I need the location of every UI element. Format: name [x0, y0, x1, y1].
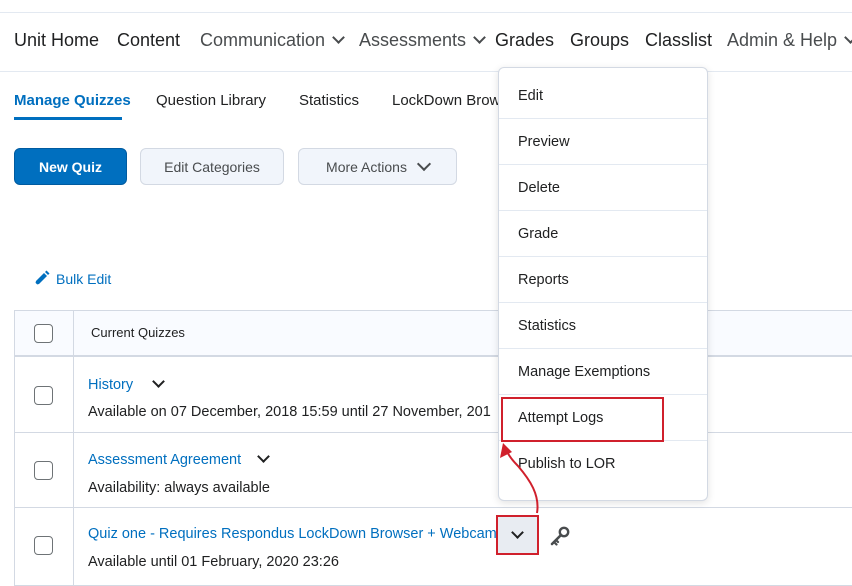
row-check-cell — [14, 508, 74, 585]
row-checkbox[interactable] — [34, 536, 53, 555]
column-header-current-quizzes: Current Quizzes — [91, 325, 185, 340]
nav-grades[interactable]: Grades — [495, 30, 554, 51]
nav-unit-home[interactable]: Unit Home — [14, 30, 99, 51]
quiz-actions-dropdown[interactable] — [257, 450, 270, 470]
bulk-edit-label: Bulk Edit — [56, 270, 112, 287]
table-header-row: Current Quizzes — [14, 310, 852, 356]
chevron-down-icon — [473, 31, 486, 44]
quiz-actions-dropdown[interactable] — [152, 375, 165, 395]
edit-categories-button[interactable]: Edit Categories — [140, 148, 284, 185]
chevron-down-icon — [416, 156, 432, 171]
menu-item-grade[interactable]: Grade — [499, 211, 707, 257]
course-navbar: Unit Home Content Communication Assessme… — [0, 12, 852, 72]
nav-admin-help-label: Admin & Help — [727, 30, 838, 50]
nav-content[interactable]: Content — [117, 30, 180, 51]
menu-item-publish-to-lor[interactable]: Publish to LOR — [499, 441, 707, 487]
chevron-down-icon — [332, 31, 345, 44]
menu-item-edit[interactable]: Edit — [499, 73, 707, 119]
chevron-down-icon — [844, 31, 852, 44]
tab-manage-quizzes[interactable]: Manage Quizzes — [14, 92, 131, 109]
table-row: History Available on 07 December, 2018 1… — [14, 356, 852, 432]
row-check-cell — [14, 357, 74, 432]
quiz-availability: Available on 07 December, 2018 15:59 unt… — [88, 404, 491, 420]
menu-item-preview[interactable]: Preview — [499, 119, 707, 165]
row-check-cell — [14, 433, 74, 507]
new-quiz-button[interactable]: New Quiz — [14, 148, 127, 185]
row-checkbox[interactable] — [34, 461, 53, 480]
menu-item-reports[interactable]: Reports — [499, 257, 707, 303]
nav-admin-help[interactable]: Admin & Help — [727, 30, 852, 51]
quiz-title-link[interactable]: Quiz one - Requires Respondus LockDown B… — [88, 526, 497, 542]
key-icon[interactable] — [550, 526, 570, 546]
nav-communication[interactable]: Communication — [200, 30, 345, 51]
active-tab-indicator — [14, 117, 122, 120]
quiz-availability: Available until 01 February, 2020 23:26 — [88, 554, 339, 570]
more-actions-label: More Actions — [326, 158, 407, 175]
header-check-cell — [14, 311, 74, 355]
menu-item-manage-exemptions[interactable]: Manage Exemptions — [499, 349, 707, 395]
chevron-down-icon — [257, 450, 270, 463]
tab-statistics[interactable]: Statistics — [299, 92, 359, 109]
tab-question-library[interactable]: Question Library — [156, 92, 266, 109]
nav-communication-label: Communication — [200, 30, 326, 50]
tab-lockdown-browser[interactable]: LockDown Brow — [392, 92, 500, 109]
nav-assessments[interactable]: Assessments — [359, 30, 486, 51]
nav-assessments-label: Assessments — [359, 30, 467, 50]
chevron-down-icon — [152, 375, 165, 388]
more-actions-button[interactable]: More Actions — [298, 148, 457, 185]
chevron-down-icon — [511, 525, 524, 539]
pencil-icon — [34, 270, 50, 286]
nav-classlist[interactable]: Classlist — [645, 30, 712, 51]
nav-groups[interactable]: Groups — [570, 30, 629, 51]
menu-item-delete[interactable]: Delete — [499, 165, 707, 211]
select-all-checkbox[interactable] — [34, 324, 53, 343]
quiz-actions-dropdown-open[interactable] — [496, 515, 539, 555]
table-row: Quiz one - Requires Respondus LockDown B… — [14, 507, 852, 586]
row-checkbox[interactable] — [34, 386, 53, 405]
attempt-logs-highlight — [501, 397, 664, 442]
bulk-edit-button[interactable]: Bulk Edit — [33, 270, 111, 287]
table-row: Assessment Agreement Availability: alway… — [14, 432, 852, 507]
menu-item-statistics[interactable]: Statistics — [499, 303, 707, 349]
quiz-availability: Availability: always available — [88, 480, 270, 496]
quiz-title-link[interactable]: History — [88, 377, 133, 393]
quiz-title-link[interactable]: Assessment Agreement — [88, 452, 241, 468]
